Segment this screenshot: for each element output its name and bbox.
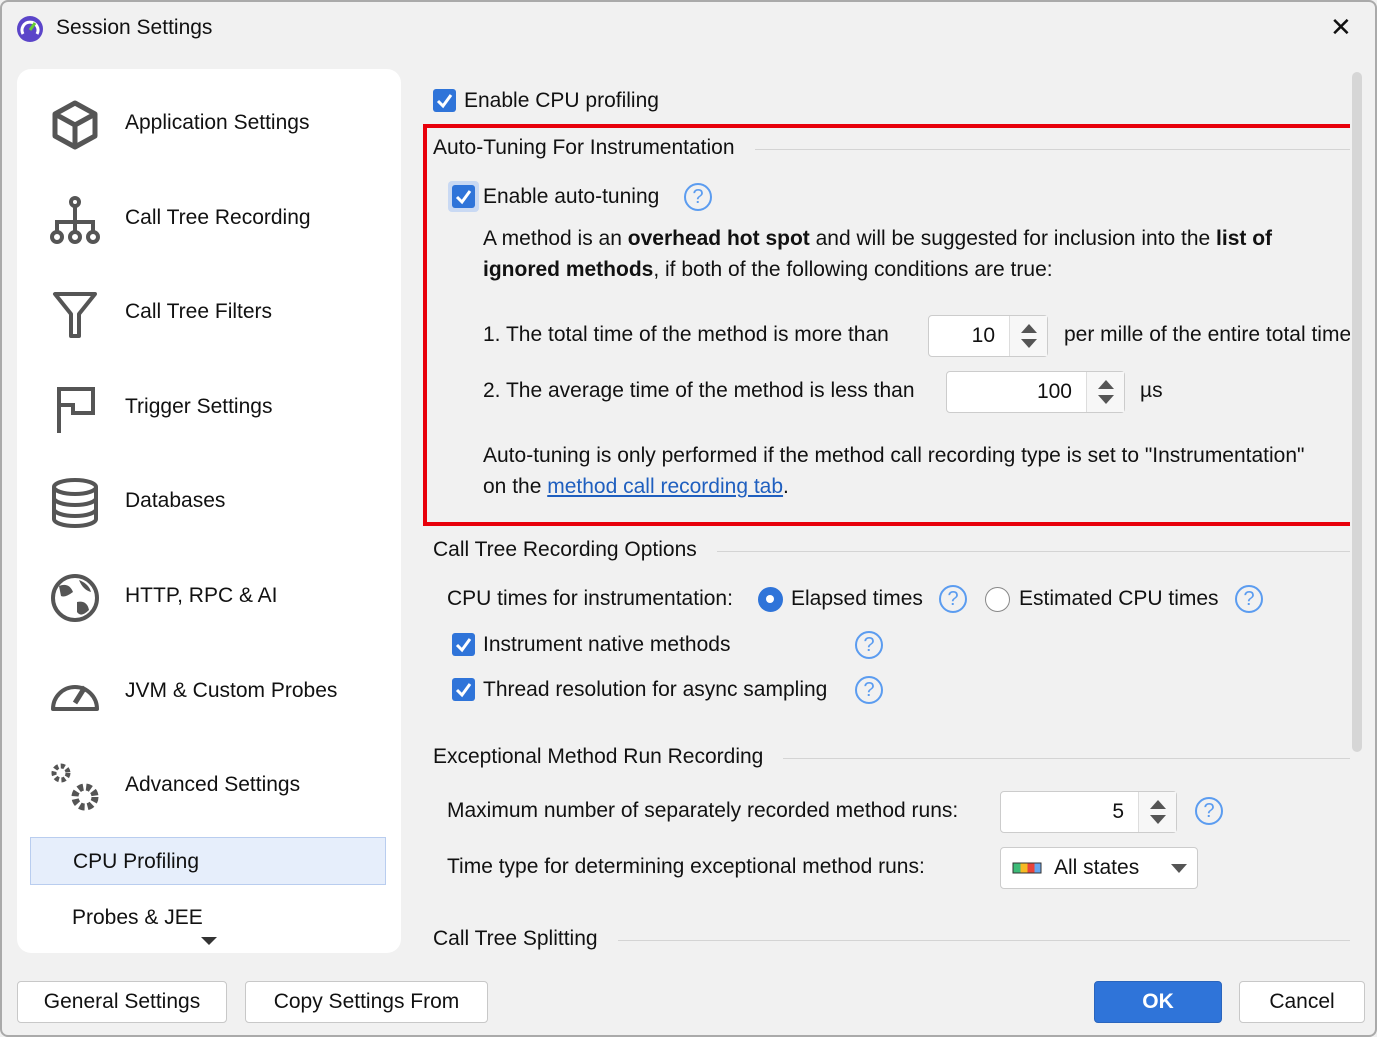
instrument-native-methods-checkbox[interactable] [452,633,475,656]
sidebar: Application Settings Call Tree Recording… [17,69,401,953]
check-icon [455,190,472,205]
globe-icon [51,574,99,622]
condition2-unit: µs [1140,379,1163,402]
cpu-times-label: CPU times for instrumentation: [447,587,733,610]
enable-auto-tuning-checkbox[interactable] [452,185,475,208]
scroll-down-icon[interactable] [201,937,217,953]
section-exceptional-method-run-recording: Exceptional Method Run Recording [433,745,1350,771]
autotune-description-line1: A method is an overhead hot spot and wil… [483,227,1273,250]
database-icon [52,478,98,528]
section-call-tree-splitting: Call Tree Splitting [433,927,1350,952]
section-title: Exceptional Method Run Recording [433,745,784,768]
sidebar-item-label: JVM & Custom Probes [125,679,338,702]
help-icon[interactable]: ? [1195,797,1223,825]
section-title: Auto-Tuning For Instrumentation [433,136,755,159]
sidebar-item-label: Call Tree Recording [125,206,311,229]
max-runs-spinner[interactable]: 5 [1000,791,1177,833]
filter-icon [53,292,97,338]
gears-icon [51,763,99,811]
cube-icon [52,100,98,150]
condition1-unit: per mille of the entire total time [1064,323,1350,346]
sidebar-item-label: Application Settings [125,111,310,134]
cancel-button[interactable]: Cancel [1239,981,1365,1023]
condition1-label: 1. The total time of the method is more … [483,323,889,346]
check-icon [455,683,472,698]
condition2-label: 2. The average time of the method is les… [483,379,915,402]
ok-button[interactable]: OK [1094,981,1222,1023]
autotune-description-line2: ignored methods, if both of the followin… [483,258,1053,281]
sidebar-item-databases[interactable]: Databases [17,473,401,533]
sidebar-item-label: HTTP, RPC & AI [125,584,278,607]
check-icon [436,94,453,109]
section-title: Call Tree Splitting [433,927,618,950]
chevron-down-icon [1171,864,1187,881]
time-type-value: All states [1054,856,1140,879]
autotune-note: Auto-tuning is only performed if the met… [483,444,1305,467]
sidebar-item-advanced-settings[interactable]: Advanced Settings [17,757,401,817]
time-type-dropdown[interactable]: All states [1000,847,1198,889]
close-button[interactable]: ✕ [1330,12,1352,43]
section-title: Call Tree Recording Options [433,538,717,561]
average-time-spinner[interactable]: 100 [946,371,1125,413]
method-call-recording-tab-link[interactable]: method call recording tab [547,475,783,498]
enable-cpu-profiling-label: Enable CPU profiling [464,89,659,112]
general-settings-button[interactable]: General Settings [17,981,227,1023]
help-icon[interactable]: ? [684,183,712,211]
autotune-note-line2: on the method call recording tab. [483,475,789,498]
settings-content: Enable CPU profiling Auto-Tuning For Ins… [417,72,1350,952]
help-icon[interactable]: ? [1235,585,1263,613]
sidebar-subitem-label: Probes & JEE [72,906,203,929]
session-settings-dialog: Session Settings ✕ Application Settings … [0,0,1377,1037]
sidebar-item-call-tree-recording[interactable]: Call Tree Recording [17,190,401,250]
elapsed-times-label: Elapsed times [791,587,923,610]
sidebar-item-label: Databases [125,489,226,512]
hierarchy-icon [50,196,100,244]
enable-auto-tuning-label: Enable auto-tuning [483,185,660,208]
sidebar-item-label: Trigger Settings [125,395,273,418]
elapsed-times-radio[interactable] [758,587,783,612]
total-time-spinner[interactable]: 10 [928,315,1048,357]
all-states-icon [1012,862,1042,874]
window-title: Session Settings [56,16,213,39]
sidebar-item-call-tree-filters[interactable]: Call Tree Filters [17,284,401,344]
thread-resolution-label: Thread resolution for async sampling [483,678,828,701]
estimated-cpu-times-label: Estimated CPU times [1019,587,1219,610]
sidebar-item-application-settings[interactable]: Application Settings [17,95,401,155]
sidebar-item-trigger-settings[interactable]: Trigger Settings [17,379,401,439]
gauge-icon [51,685,99,711]
app-logo-icon [17,16,43,42]
sidebar-item-http-rpc-ai[interactable]: HTTP, RPC & AI [17,568,401,628]
instrument-native-methods-label: Instrument native methods [483,633,731,656]
section-call-tree-recording-options: Call Tree Recording Options [433,538,1350,564]
max-runs-label: Maximum number of separately recorded me… [447,799,959,822]
sidebar-item-label: Advanced Settings [125,773,301,796]
time-type-label: Time type for determining exceptional me… [447,855,925,878]
estimated-cpu-times-radio[interactable] [985,587,1010,612]
sidebar-subitem-probes-jee[interactable]: Probes & JEE [30,894,386,942]
enable-cpu-profiling-checkbox[interactable] [433,89,456,112]
help-icon[interactable]: ? [855,676,883,704]
scrollbar[interactable] [1352,72,1362,752]
help-icon[interactable]: ? [939,585,967,613]
sidebar-subitem-cpu-profiling[interactable]: CPU Profiling [30,837,386,885]
help-icon[interactable]: ? [855,631,883,659]
check-icon [455,638,472,653]
sidebar-item-label: Call Tree Filters [125,300,273,323]
sidebar-subitem-label: CPU Profiling [73,850,200,873]
sidebar-item-jvm-custom-probes[interactable]: JVM & Custom Probes [17,663,401,723]
flag-icon [57,387,95,433]
section-auto-tuning: Auto-Tuning For Instrumentation [433,136,1350,162]
copy-settings-from-button[interactable]: Copy Settings From [245,981,488,1023]
thread-resolution-checkbox[interactable] [452,678,475,701]
